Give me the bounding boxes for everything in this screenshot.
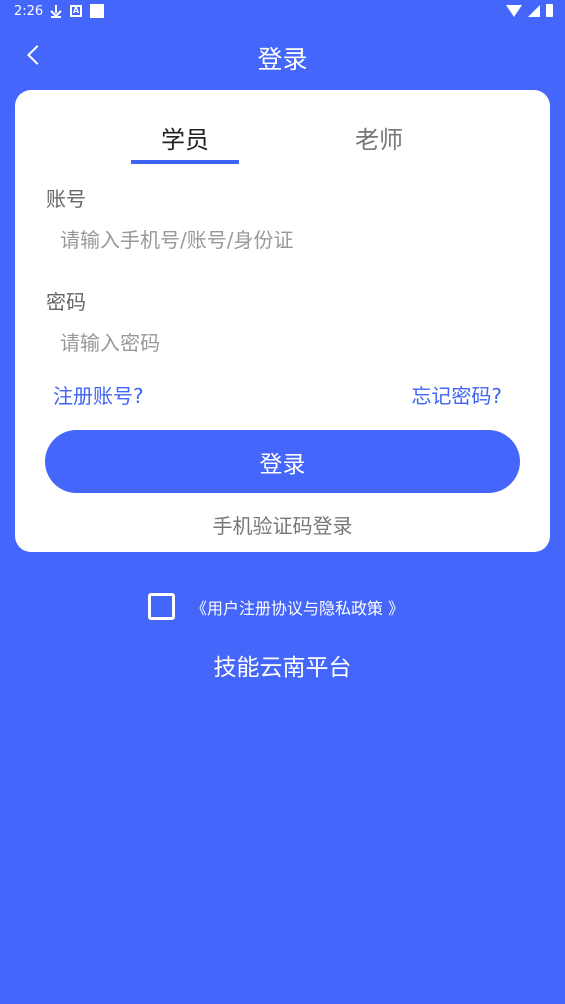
login-screen: 2:26 A 登录 学员 老师 账号 密码 注册账号? 忘记密码? 登录 手机验… <box>0 0 565 1004</box>
platform-name: 技能云南平台 <box>213 655 352 681</box>
status-left-icons: A <box>50 4 104 18</box>
login-button-label: 登录 <box>259 451 306 478</box>
account-label: 账号 <box>46 187 86 211</box>
tab-indicator <box>131 160 239 164</box>
page-title: 登录 <box>257 45 308 74</box>
wifi-icon <box>506 4 522 17</box>
register-link[interactable]: 注册账号? <box>53 380 144 409</box>
password-label: 密码 <box>46 290 86 314</box>
password-input[interactable] <box>60 325 520 361</box>
forgot-password-link[interactable]: 忘记密码? <box>411 380 502 409</box>
download-icon <box>50 4 62 18</box>
sms-login-link[interactable]: 手机验证码登录 <box>15 510 550 539</box>
battery-icon <box>546 4 553 17</box>
login-button[interactable]: 登录 <box>45 430 520 493</box>
signal-icon <box>528 4 540 17</box>
header: 登录 <box>0 30 565 82</box>
status-time: 2:26 <box>14 4 44 19</box>
status-right-icons <box>506 4 553 17</box>
agreement: 《用户注册协议与隐私政策 》 <box>148 593 404 620</box>
square-icon <box>90 4 104 18</box>
agreement-link[interactable]: 《用户注册协议与隐私政策 》 <box>191 595 404 619</box>
tab-teacher[interactable]: 老师 <box>324 120 434 155</box>
login-card: 学员 老师 账号 密码 注册账号? 忘记密码? 登录 手机验证码登录 <box>15 90 550 552</box>
account-input[interactable] <box>60 222 520 258</box>
agreement-checkbox[interactable] <box>148 593 175 620</box>
a-icon: A <box>70 5 82 17</box>
status-bar: 2:26 A <box>0 0 565 24</box>
tab-student[interactable]: 学员 <box>130 120 240 155</box>
